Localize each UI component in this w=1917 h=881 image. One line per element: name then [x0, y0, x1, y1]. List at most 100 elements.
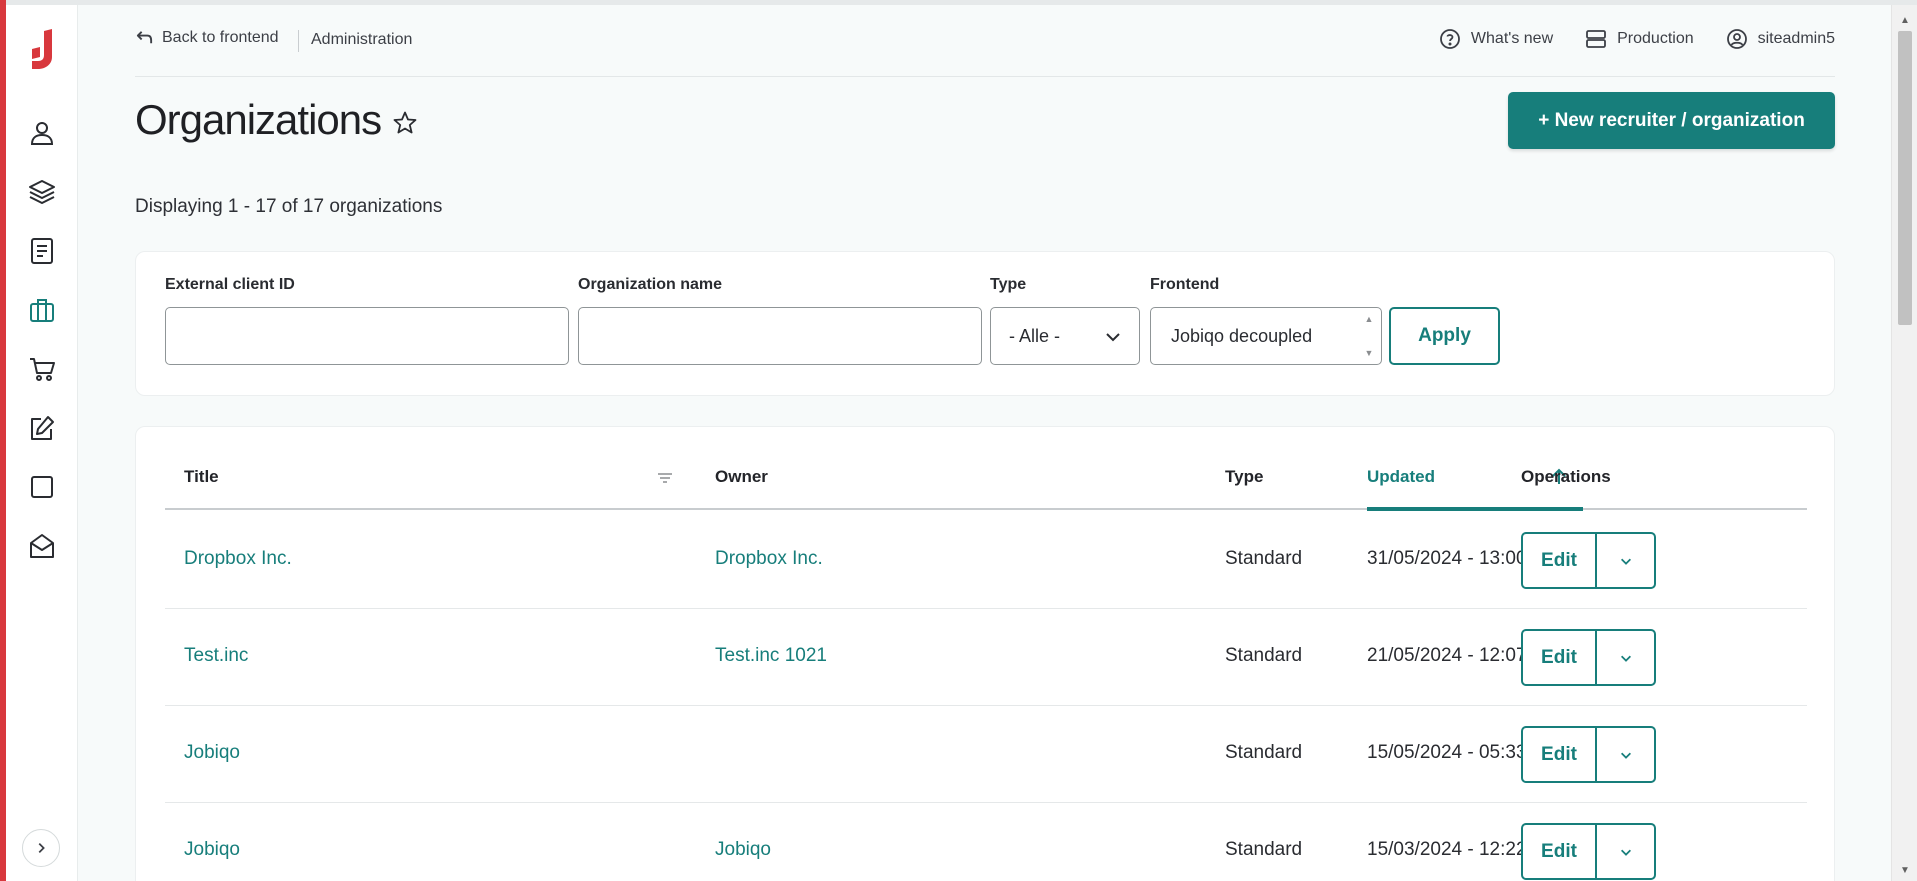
spin-up-icon: ▲ [1364, 314, 1374, 324]
row-title-link[interactable]: Jobiqo [184, 839, 240, 861]
header-divider [135, 76, 1835, 77]
document-icon [31, 238, 53, 264]
row-operations: Edit [1521, 629, 1656, 686]
column-owner[interactable]: Owner [715, 467, 768, 487]
server-icon [1586, 30, 1607, 48]
edit-button[interactable]: Edit [1523, 825, 1597, 878]
top-bar: Back to frontend Administration What's n… [135, 24, 1835, 56]
environment-link[interactable]: Production [1585, 28, 1694, 50]
undo-arrow-icon [136, 31, 153, 44]
row-operations: Edit [1521, 532, 1656, 589]
type-select[interactable]: - Alle - [990, 307, 1140, 365]
cart-icon [30, 358, 55, 381]
sort-lines-icon[interactable] [656, 469, 674, 487]
chevron-down-icon [1620, 849, 1631, 856]
column-title[interactable]: Title [184, 467, 219, 487]
sidebar-expand-button[interactable] [22, 829, 60, 867]
listbox-scroll-arrows[interactable]: ▲ ▼ [1363, 314, 1375, 358]
back-to-frontend-link[interactable]: Back to frontend [135, 28, 279, 47]
breadcrumb-divider [298, 30, 299, 52]
brand-logo[interactable] [24, 27, 60, 71]
sidebar-item-content[interactable] [24, 233, 60, 269]
table-header: Title Owner Type Updated Operations [165, 427, 1807, 511]
row-operations: Edit [1521, 823, 1656, 880]
sidebar-item-structure[interactable] [24, 174, 60, 210]
edit-button[interactable]: Edit [1523, 534, 1597, 587]
frontend-label: Frontend [1150, 276, 1220, 293]
star-icon[interactable] [392, 110, 418, 136]
user-icon [30, 122, 54, 145]
row-operations: Edit [1521, 726, 1656, 783]
filter-panel: External client ID Organization name Typ… [135, 251, 1835, 396]
column-type[interactable]: Type [1225, 467, 1263, 487]
operations-dropdown-button[interactable] [1597, 631, 1654, 684]
back-to-frontend-label: Back to frontend [162, 28, 279, 46]
row-updated: 21/05/2024 - 12:07 [1367, 645, 1527, 666]
scroll-down-arrow[interactable]: ▼ [1892, 859, 1917, 881]
row-title-link[interactable]: Test.inc [184, 645, 248, 667]
row-updated: 15/03/2024 - 12:22 [1367, 839, 1527, 860]
sidebar-item-users[interactable] [24, 115, 60, 151]
operations-dropdown-button[interactable] [1597, 825, 1654, 878]
frontend-select[interactable]: Jobiqo decoupled ▲ ▼ [1150, 307, 1382, 365]
sidebar [6, 5, 78, 881]
table-row: Jobiqo Jobiqo Standard 15/03/2024 - 12:2… [165, 803, 1807, 881]
row-owner-link[interactable]: Test.inc 1021 [715, 645, 827, 667]
briefcase-icon [30, 299, 54, 322]
row-title-link[interactable]: Dropbox Inc. [184, 548, 292, 570]
edit-button[interactable]: Edit [1523, 631, 1597, 684]
organization-name-label: Organization name [578, 276, 723, 293]
chevron-down-icon [1620, 655, 1631, 662]
organizations-table: Title Owner Type Updated Operations Drop… [135, 426, 1835, 881]
breadcrumb-administration[interactable]: Administration [311, 31, 412, 49]
row-updated: 31/05/2024 - 13:00 [1367, 548, 1527, 569]
new-recruiter-organization-button[interactable]: + New recruiter / organization [1508, 92, 1835, 149]
row-title-link[interactable]: Jobiqo [184, 742, 240, 764]
row-owner-link[interactable]: Jobiqo [715, 839, 771, 861]
column-updated[interactable]: Updated [1367, 467, 1435, 487]
sidebar-item-edit[interactable] [24, 410, 60, 446]
table-row: Test.inc Test.inc 1021 Standard 21/05/20… [165, 609, 1807, 706]
page-scrollbar[interactable]: ▲ ▼ [1891, 5, 1917, 881]
help-circle-icon [1440, 29, 1460, 49]
scroll-thumb[interactable] [1898, 31, 1912, 325]
table-row: Dropbox Inc. Dropbox Inc. Standard 31/05… [165, 512, 1807, 609]
page-title: Organizations [135, 96, 382, 143]
row-type: Standard [1225, 742, 1303, 763]
spin-down-icon: ▼ [1364, 348, 1374, 358]
row-owner-link[interactable]: Dropbox Inc. [715, 548, 823, 570]
sidebar-item-messages[interactable] [24, 528, 60, 564]
external-client-id-label: External client ID [165, 276, 295, 293]
top-right-links: What's new Production siteadmin5 [1439, 28, 1835, 50]
mail-open-icon [30, 534, 54, 558]
sidebar-item-commerce[interactable] [24, 351, 60, 387]
row-type: Standard [1225, 839, 1303, 860]
apply-button[interactable]: Apply [1389, 307, 1500, 365]
sidebar-item-organizations[interactable] [24, 292, 60, 328]
frontend-select-value: Jobiqo decoupled [1171, 325, 1313, 346]
edit-button[interactable]: Edit [1523, 728, 1597, 781]
operations-dropdown-button[interactable] [1597, 534, 1654, 587]
top-border [0, 0, 1917, 5]
row-updated: 15/05/2024 - 05:33 [1367, 742, 1527, 763]
type-label: Type [990, 276, 1027, 293]
row-type: Standard [1225, 645, 1303, 666]
environment-label: Production [1617, 30, 1694, 47]
scroll-up-arrow[interactable]: ▲ [1892, 9, 1917, 31]
chevron-down-icon [1620, 752, 1631, 759]
user-name: siteadmin5 [1757, 30, 1835, 47]
user-circle-icon [1726, 29, 1747, 49]
whats-new-link[interactable]: What's new [1439, 28, 1553, 50]
chevron-down-icon [1106, 333, 1120, 342]
whats-new-label: What's new [1470, 30, 1554, 47]
user-menu[interactable]: siteadmin5 [1726, 28, 1835, 50]
layers-icon [29, 180, 55, 204]
type-select-value: - Alle - [1009, 325, 1061, 346]
column-operations: Operations [1521, 467, 1611, 486]
result-count: Displaying 1 - 17 of 17 organizations [135, 196, 443, 217]
organization-name-input[interactable] [578, 307, 982, 365]
external-client-id-input[interactable] [165, 307, 569, 365]
active-sort-indicator [1367, 507, 1583, 511]
operations-dropdown-button[interactable] [1597, 728, 1654, 781]
sidebar-item-blocks[interactable] [24, 469, 60, 505]
